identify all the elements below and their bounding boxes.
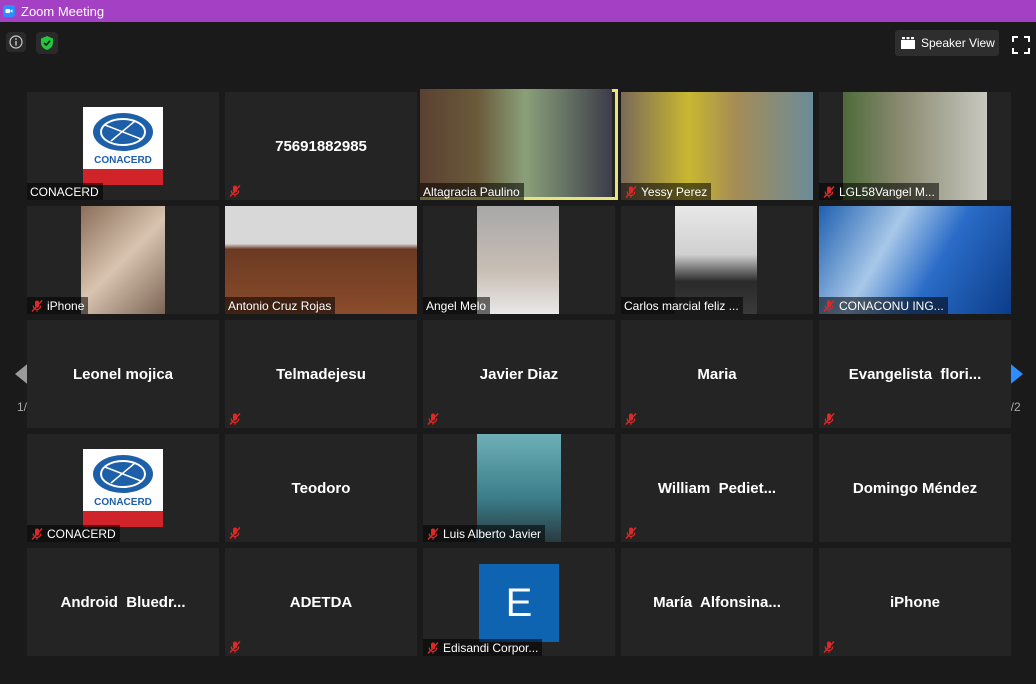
participant-tile[interactable]: CONACERD CONACERD [27,92,219,200]
participant-name-label: Altagracia Paulino [420,183,524,200]
participant-name: iPhone [47,298,85,313]
participant-name: Carlos marcial feliz ... [624,298,739,313]
participant-tile[interactable]: LGL58Vangel M... [819,92,1011,200]
participant-tile[interactable]: Altagracia Paulino [420,89,618,200]
participant-name: William Pediet... [657,479,777,497]
participant-name: CONACONU ING... [839,298,944,313]
participant-tile[interactable]: iPhone [819,548,1011,656]
participant-tile[interactable]: E Edisandi Corpor... [423,548,615,656]
title-bar: Zoom Meeting [0,0,1036,22]
zoom-app-icon [3,5,15,17]
participant-name: Android Bluedr... [60,593,186,611]
mic-muted-icon [624,412,638,426]
mic-muted-icon [822,640,836,654]
participant-tile[interactable]: Maria [621,320,813,428]
participant-name: Antonio Cruz Rojas [228,298,332,313]
participant-name: Javier Diaz [479,365,559,383]
participant-name: Teodoro [291,479,351,497]
participant-name: LGL58Vangel M... [839,184,935,199]
participant-name-label: Antonio Cruz Rojas [225,297,336,314]
participant-tile[interactable]: 75691882985 [225,92,417,200]
mic-muted-icon [822,185,836,199]
participant-name-label: Edisandi Corpor... [423,639,543,656]
participant-name: Telmadejesu [276,365,366,383]
mic-muted-icon [822,299,836,313]
participant-name: 75691882985 [275,137,367,155]
participant-tile[interactable]: William Pediet... [621,434,813,542]
mic-muted-icon [426,641,440,655]
participant-tile[interactable]: Angel Melo [423,206,615,314]
participant-name: ADETDA [289,593,353,611]
conacerd-logo: CONACERD [83,107,163,185]
participant-name: Domingo Méndez [852,479,978,497]
participant-tile[interactable]: Evangelista flori... [819,320,1011,428]
mic-muted-icon [228,640,242,654]
participant-name-label: CONACONU ING... [819,297,948,314]
participant-tile[interactable]: Android Bluedr... [27,548,219,656]
participant-name: CONACERD [30,184,99,199]
participant-tile[interactable]: Carlos marcial feliz ... [621,206,813,314]
participant-name: Altagracia Paulino [423,184,520,199]
info-icon[interactable] [6,32,26,52]
mic-muted-icon [228,526,242,540]
meeting-controls-bar [0,670,1036,684]
participant-name: Leonel mojica [72,365,174,383]
logo-text: CONACERD [94,497,152,508]
logo-text: CONACERD [94,155,152,166]
participant-name: Maria [697,365,737,383]
participant-tile[interactable]: Leonel mojica [27,320,219,428]
participant-tile[interactable]: CONACERD CONACERD [27,434,219,542]
mic-muted-icon [30,299,44,313]
participant-name: Yessy Perez [641,184,708,199]
participant-name-label: Yessy Perez [621,183,712,200]
participant-name-label: Luis Alberto Javier [423,525,546,542]
mic-muted-icon [426,412,440,426]
participant-name: Angel Melo [426,298,487,313]
participant-name: Evangelista flori... [848,365,982,383]
meeting-top-bar: Speaker View [0,22,1036,66]
participant-tile[interactable]: CONACONU ING... [819,206,1011,314]
participant-tile[interactable]: Domingo Méndez [819,434,1011,542]
speaker-view-icon [901,37,915,49]
mic-muted-icon [228,184,242,198]
encryption-shield-icon[interactable] [36,32,58,54]
participant-name-label: CONACERD [27,183,103,200]
mic-muted-icon [30,527,44,541]
participant-name: Luis Alberto Javier [443,526,542,541]
mic-muted-icon [426,527,440,541]
window-title: Zoom Meeting [21,3,105,19]
participant-name: Edisandi Corpor... [443,640,539,655]
participant-tile[interactable]: Telmadejesu [225,320,417,428]
participant-name-label: Carlos marcial feliz ... [621,297,743,314]
participant-tile[interactable]: Javier Diaz [423,320,615,428]
participant-tile[interactable]: Teodoro [225,434,417,542]
speaker-view-button[interactable]: Speaker View [895,30,999,56]
participant-video [420,89,612,197]
mic-muted-icon [822,412,836,426]
participant-tile[interactable]: Yessy Perez [621,92,813,200]
participant-tile[interactable]: iPhone [27,206,219,314]
participant-video [81,206,165,314]
mic-muted-icon [624,526,638,540]
avatar: E [479,564,559,642]
fullscreen-icon[interactable] [1012,36,1030,54]
participant-name: CONACERD [47,526,116,541]
participant-name-label: iPhone [27,297,89,314]
mic-muted-icon [228,412,242,426]
participant-tile[interactable]: Luis Alberto Javier [423,434,615,542]
speaker-view-label: Speaker View [921,36,995,50]
participant-name-label: LGL58Vangel M... [819,183,939,200]
participant-name: iPhone [889,593,940,611]
participant-tile[interactable]: ADETDA [225,548,417,656]
participant-name: María Alfonsina... [653,593,781,611]
participant-name-label: CONACERD [27,525,120,542]
conacerd-logo: CONACERD [83,449,163,527]
participant-tile[interactable]: María Alfonsina... [621,548,813,656]
participant-name-label: Angel Melo [423,297,491,314]
mic-muted-icon [624,185,638,199]
participant-tile[interactable]: Antonio Cruz Rojas [225,206,417,314]
